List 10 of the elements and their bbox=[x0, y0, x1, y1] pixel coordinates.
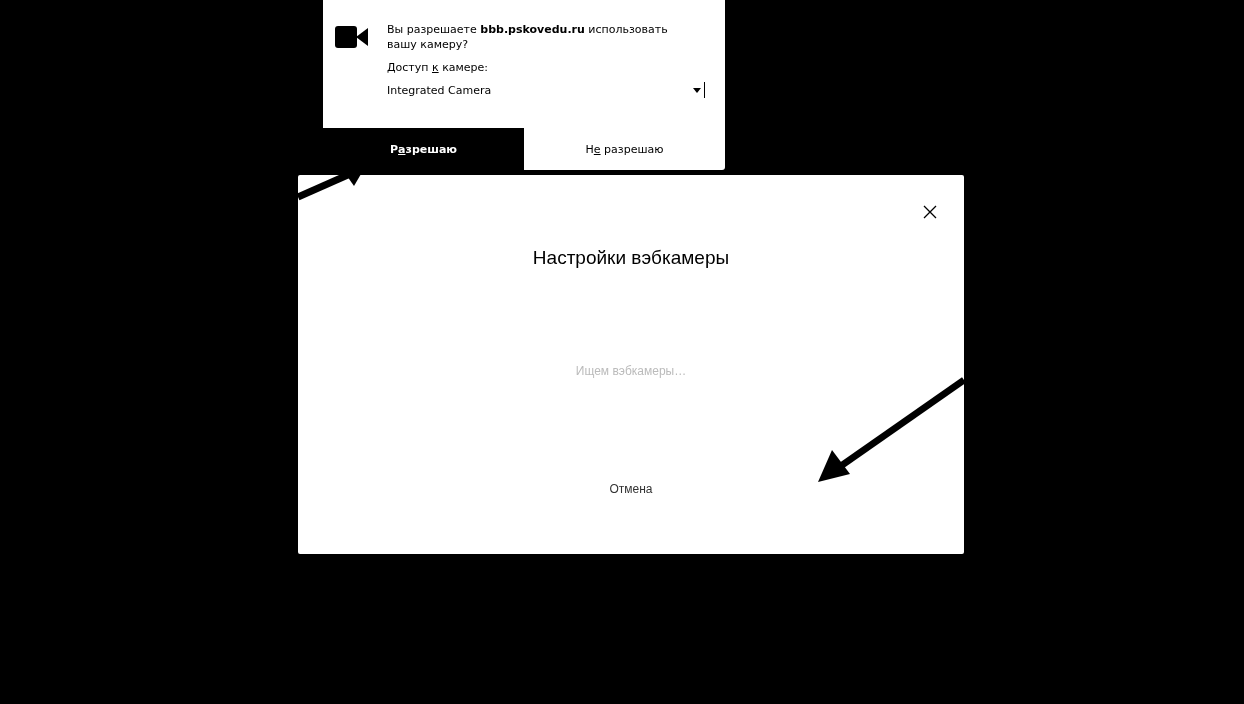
video-camera-icon bbox=[335, 26, 368, 48]
deny-button[interactable]: Не разрешаю bbox=[524, 128, 725, 170]
access-label: Доступ к камере: bbox=[387, 61, 490, 74]
caret-icon bbox=[693, 87, 701, 93]
permission-message: Вы разрешаете bbb.pskovedu.ru использовать вашу камеру? bbox=[387, 22, 669, 52]
status-text: Ищем вэбкамеры… bbox=[575, 364, 687, 378]
close-icon[interactable] bbox=[923, 205, 937, 219]
dialog-title: Настройки вэбкамеры bbox=[532, 247, 730, 269]
device-select[interactable]: Integrated Camera bbox=[387, 82, 705, 98]
cancel-button[interactable]: Отмена bbox=[601, 478, 661, 500]
